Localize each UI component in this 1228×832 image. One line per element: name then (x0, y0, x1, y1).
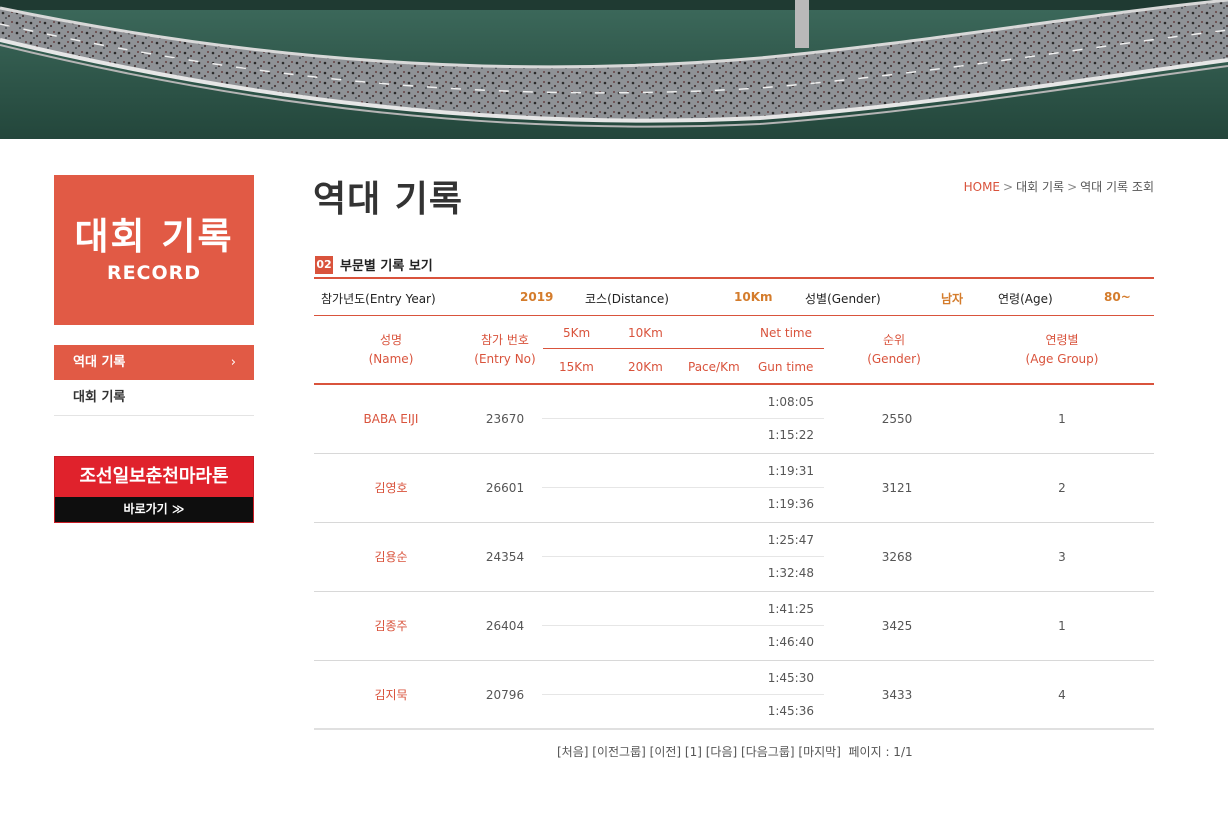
section-title-english: RECORD (106, 262, 202, 284)
section-heading: 02 부문별 기록 보기 (315, 255, 433, 274)
runner-name: 김용순 (374, 550, 408, 564)
table-row: 김용순 24354 1:25:47 1:32:48 3268 3 (314, 523, 1154, 592)
header-entry-ko: 참가 번호 (481, 333, 529, 347)
sidebar-item-past-records[interactable]: 역대 기록 › (54, 345, 254, 380)
age-group-rank: 3 (1058, 550, 1066, 564)
hero-banner-image (0, 0, 1228, 139)
gender-rank: 3268 (881, 550, 913, 564)
entry-year-label: 참가년도(Entry Year) (321, 292, 436, 306)
gender-value: 남자 (941, 292, 964, 306)
gun-time: 1:46:40 (767, 635, 814, 649)
header-20km: 20Km (628, 360, 663, 374)
pagination-last[interactable]: [마지막] (798, 745, 840, 759)
header-age-ko: 연령별 (1045, 333, 1079, 347)
age-group-rank: 2 (1058, 481, 1066, 495)
breadcrumb: HOME > 대회 기록 > 역대 기록 조회 (964, 178, 1154, 195)
marathon-banner-link[interactable]: 조선일보춘천마라톤 바로가기 ≫ (54, 456, 254, 523)
pagination: [처음] [이전그룹] [이전] [1] [다음] [다음그룹] [마지막] 페… (557, 743, 913, 760)
gun-time: 1:45:36 (767, 704, 814, 718)
gender-label: 성별(Gender) (805, 292, 881, 306)
age-group-rank: 1 (1058, 412, 1066, 426)
header-5km: 5Km (563, 326, 591, 340)
breadcrumb-separator: > (1067, 180, 1078, 194)
table-row: 김종주 26404 1:41:25 1:46:40 3425 1 (314, 592, 1154, 661)
gender-rank: 2550 (881, 412, 913, 426)
header-gun-time: Gun time (758, 360, 814, 374)
entry-number: 23670 (485, 412, 525, 426)
gun-time: 1:32:48 (767, 566, 814, 580)
row-divider (542, 625, 824, 626)
row-divider (542, 694, 824, 695)
sidebar-item-label: 역대 기록 (73, 355, 126, 370)
chevron-right-icon: › (230, 355, 236, 370)
age-group-rank: 1 (1058, 619, 1066, 633)
records-table-header: 성명 (Name) 참가 번호 (Entry No) 5Km 10Km Net … (314, 316, 1154, 385)
section-title-korean: 대회 기록 (74, 215, 234, 258)
shortcut-button[interactable]: 바로가기 ≫ (55, 497, 253, 522)
filter-summary-bar: 참가년도(Entry Year) 2019 코스(Distance) 10Km … (314, 277, 1154, 316)
breadcrumb-separator: > (1003, 180, 1014, 194)
sidebar-nav: 역대 기록 › 대회 기록 (54, 345, 254, 416)
net-time: 1:19:31 (767, 464, 814, 478)
header-rank-ko: 순위 (882, 333, 906, 347)
distance-label: 코스(Distance) (585, 292, 669, 306)
runner-name: BABA EIJI (363, 412, 419, 426)
header-divider (543, 348, 824, 349)
header-entry-en: (Entry No) (474, 352, 536, 366)
section-label: 부문별 기록 보기 (340, 259, 433, 274)
gender-rank: 3433 (881, 688, 913, 702)
header-10km: 10Km (628, 326, 663, 340)
sidebar-item-label: 대회 기록 (73, 390, 126, 405)
marathon-banner-title: 조선일보춘천마라톤 (79, 466, 229, 487)
net-time: 1:08:05 (767, 395, 814, 409)
header-pace: Pace/Km (688, 360, 740, 374)
pagination-prev-group[interactable]: [이전그룹] (592, 745, 646, 759)
runner-name: 김종주 (374, 619, 408, 633)
gun-time: 1:19:36 (767, 497, 814, 511)
pagination-first[interactable]: [처음] (557, 745, 588, 759)
records-table-body: BABA EIJI 23670 1:08:05 1:15:22 2550 1 김… (314, 385, 1154, 730)
breadcrumb-level1-link[interactable]: 대회 기록 (1016, 180, 1064, 194)
entry-number: 26601 (485, 481, 525, 495)
net-time: 1:41:25 (767, 602, 814, 616)
sidebar-item-race-records[interactable]: 대회 기록 (54, 380, 254, 416)
runner-name: 김영호 (374, 481, 408, 495)
page-title: 역대 기록 (313, 179, 464, 220)
pagination-next[interactable]: [다음] (706, 745, 737, 759)
net-time: 1:45:30 (767, 671, 814, 685)
section-number-badge: 02 (315, 255, 333, 274)
pagination-next-group[interactable]: [다음그룹] (741, 745, 795, 759)
table-row: 김영호 26601 1:19:31 1:19:36 3121 2 (314, 454, 1154, 523)
gender-rank: 3121 (881, 481, 913, 495)
section-title-box: 대회 기록 RECORD (54, 175, 254, 325)
table-row: 김지묵 20796 1:45:30 1:45:36 3433 4 (314, 661, 1154, 730)
entry-year-value: 2019 (520, 290, 554, 304)
pagination-prev[interactable]: [이전] (650, 745, 681, 759)
header-net-time: Net time (760, 326, 812, 340)
age-label: 연령(Age) (998, 292, 1053, 306)
row-divider (542, 487, 824, 488)
header-name-en: (Name) (368, 352, 414, 366)
gun-time: 1:15:22 (767, 428, 814, 442)
pagination-page-info: 페이지 : 1/1 (848, 745, 913, 759)
table-row: BABA EIJI 23670 1:08:05 1:15:22 2550 1 (314, 385, 1154, 454)
pagination-current[interactable]: [1] (685, 745, 702, 759)
header-rank-en: (Gender) (867, 352, 921, 366)
entry-number: 24354 (485, 550, 525, 564)
net-time: 1:25:47 (767, 533, 814, 547)
gender-rank: 3425 (881, 619, 913, 633)
row-divider (542, 418, 824, 419)
age-group-rank: 4 (1058, 688, 1066, 702)
header-name-ko: 성명 (379, 333, 403, 347)
entry-number: 20796 (485, 688, 525, 702)
header-age-en: (Age Group) (1025, 352, 1099, 366)
breadcrumb-home-link[interactable]: HOME (964, 180, 1000, 194)
distance-value: 10Km (734, 290, 773, 304)
row-divider (542, 556, 824, 557)
entry-number: 26404 (485, 619, 525, 633)
age-value: 80~ (1104, 290, 1131, 304)
breadcrumb-current: 역대 기록 조회 (1080, 180, 1154, 194)
header-15km: 15Km (559, 360, 594, 374)
runner-name: 김지묵 (374, 688, 408, 702)
